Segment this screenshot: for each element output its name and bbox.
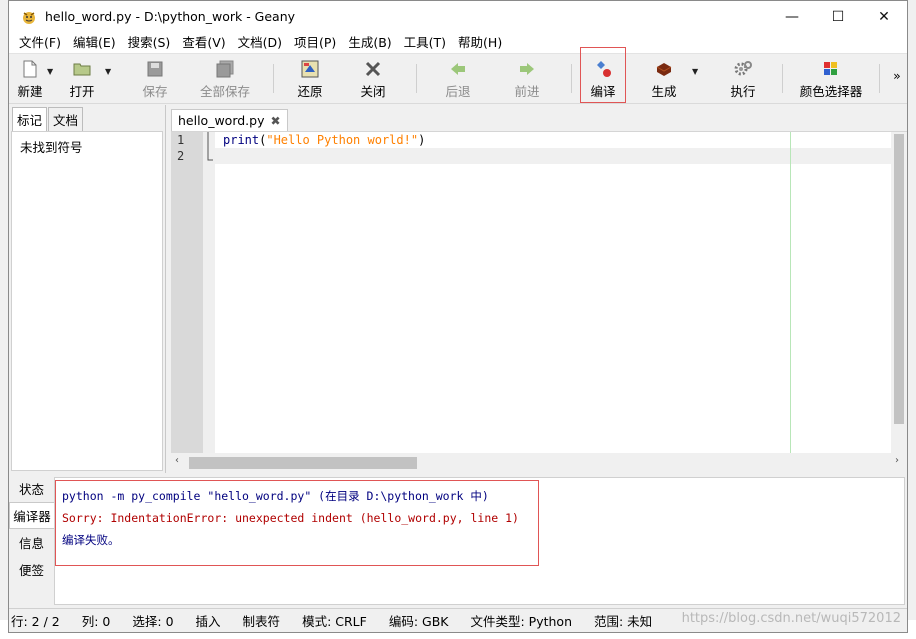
maximize-button[interactable]: ☐ <box>815 1 861 32</box>
fold-margin[interactable] <box>203 132 215 454</box>
tab-scribble[interactable]: 便签 <box>9 556 54 583</box>
gears-icon <box>734 60 752 78</box>
line-number-gutter: 1 2 <box>171 132 203 454</box>
open-dropdown-arrow[interactable]: ▼ <box>105 54 117 103</box>
tab-documents[interactable]: 文档 <box>48 107 84 131</box>
tab-compiler[interactable]: 编译器 <box>9 502 54 529</box>
save-all-button[interactable]: 全部保存 <box>185 54 265 103</box>
window-title: hello_word.py - D:\python_work - Geany <box>45 9 296 24</box>
no-symbols-text: 未找到符号 <box>20 140 83 155</box>
line-number: 2 <box>177 149 185 163</box>
compile-failed-line[interactable]: 编译失败。 <box>62 529 532 551</box>
geany-window: hello_word.py - D:\python_work - Geany —… <box>8 0 908 633</box>
long-line-marker <box>790 132 791 454</box>
tab-status[interactable]: 状态 <box>9 475 54 502</box>
compile-button[interactable]: 编译 <box>580 47 626 103</box>
revert-icon <box>301 60 319 78</box>
open-button[interactable]: 打开 <box>59 54 105 103</box>
message-window: 状态 编译器 信息 便签 python -m py_compile "hello… <box>9 475 907 607</box>
close-window-button[interactable]: ✕ <box>861 1 907 32</box>
compile-command-line[interactable]: python -m py_compile "hello_word.py" (在目… <box>62 485 532 507</box>
scroll-right-icon[interactable]: › <box>895 455 899 466</box>
floppy-disk-icon <box>146 60 164 78</box>
sidebar: 标记 文档 未找到符号 <box>9 105 166 473</box>
horizontal-scroll-thumb[interactable] <box>189 457 417 469</box>
save-all-icon <box>216 60 234 78</box>
close-tab-icon[interactable]: ✖ <box>271 114 281 128</box>
scroll-left-icon[interactable]: ‹ <box>175 455 179 466</box>
arrow-right-icon <box>518 60 536 78</box>
horizontal-scrollbar[interactable]: ‹ › <box>171 453 907 471</box>
menu-view[interactable]: 查看(V) <box>176 32 231 54</box>
arrow-left-icon <box>449 60 467 78</box>
vertical-scrollbar[interactable] <box>891 132 907 454</box>
revert-button[interactable]: 还原 <box>282 54 338 103</box>
status-indent-type: 制表符 <box>242 614 281 629</box>
status-filetype: 文件类型: Python <box>470 614 572 629</box>
close-button[interactable]: 关闭 <box>338 54 408 103</box>
line-number: 1 <box>177 133 185 147</box>
status-insert-mode: 插入 <box>195 614 221 629</box>
menu-help[interactable]: 帮助(H) <box>452 32 508 54</box>
compiler-output-panel: python -m py_compile "hello_word.py" (在目… <box>54 477 905 605</box>
status-bar: 行: 2 / 2 列: 0 选择: 0 插入 制表符 模式: CRLF 编码: … <box>9 608 907 632</box>
brick-icon <box>655 60 673 78</box>
title-bar: hello_word.py - D:\python_work - Geany —… <box>9 1 907 32</box>
toolbar-separator <box>782 64 783 93</box>
toolbar: 新建 ▼ 打开 ▼ 保存 全部保存 还原 关闭 后退 前进 编译 生成 ▼ 执行… <box>9 47 907 104</box>
editor-area: hello_word.py ✖ 1 2 print("Hello Python … <box>171 105 907 473</box>
compile-error-line[interactable]: Sorry: IndentationError: unexpected inde… <box>62 507 532 529</box>
symbols-panel: 未找到符号 <box>11 131 163 471</box>
menu-edit[interactable]: 编辑(E) <box>67 32 122 54</box>
toolbar-separator <box>416 64 417 93</box>
geany-app-icon <box>19 7 39 27</box>
new-dropdown-arrow[interactable]: ▼ <box>47 54 59 103</box>
status-selection: 选择: 0 <box>132 614 174 629</box>
file-tab-hello-word[interactable]: hello_word.py ✖ <box>171 109 288 131</box>
menu-search[interactable]: 搜索(S) <box>122 32 177 54</box>
menu-bar: 文件(F) 编辑(E) 搜索(S) 查看(V) 文档(D) 项目(P) 生成(B… <box>9 32 907 54</box>
menu-tools[interactable]: 工具(T) <box>398 32 452 54</box>
menu-project[interactable]: 项目(P) <box>288 32 342 54</box>
toolbar-overflow-button[interactable]: » <box>888 54 906 103</box>
build-dropdown-arrow[interactable]: ▼ <box>692 54 704 103</box>
status-eol-mode: 模式: CRLF <box>302 614 367 629</box>
status-column: 列: 0 <box>81 614 111 629</box>
menu-build[interactable]: 生成(B) <box>342 32 397 54</box>
color-palette-icon <box>822 60 840 78</box>
back-button[interactable]: 后退 <box>425 54 491 103</box>
save-button[interactable]: 保存 <box>125 54 185 103</box>
toolbar-separator <box>571 64 572 93</box>
build-button[interactable]: 生成 <box>636 54 692 103</box>
toolbar-separator <box>273 64 274 93</box>
status-encoding: 编码: GBK <box>388 614 449 629</box>
color-picker-button[interactable]: 颜色选择器 <box>791 54 871 103</box>
new-button[interactable]: 新建 <box>13 54 47 103</box>
watermark: https://blog.csdn.net/wuqi572012 <box>681 611 901 626</box>
close-x-icon <box>364 60 382 78</box>
execute-button[interactable]: 执行 <box>712 54 774 103</box>
folder-icon <box>73 60 91 78</box>
main-area: 标记 文档 未找到符号 hello_word.py ✖ 1 2 print("H… <box>9 105 907 473</box>
minimize-button[interactable]: — <box>769 1 815 32</box>
menu-document[interactable]: 文档(D) <box>232 32 288 54</box>
vertical-scroll-thumb[interactable] <box>894 134 904 424</box>
compiler-output-highlight: python -m py_compile "hello_word.py" (在目… <box>55 480 539 566</box>
new-file-icon <box>21 60 39 78</box>
forward-button[interactable]: 前进 <box>491 54 563 103</box>
toolbar-separator <box>879 64 880 93</box>
code-editor[interactable]: 1 2 print("Hello Python world!") ‹ › <box>171 131 907 471</box>
status-line: 行: 2 / 2 <box>11 614 60 629</box>
compile-highlight-box <box>580 47 626 103</box>
file-tab-label: hello_word.py <box>178 113 265 128</box>
status-scope: 范围: 未知 <box>594 614 653 629</box>
tab-symbols[interactable]: 标记 <box>12 107 48 131</box>
menu-file[interactable]: 文件(F) <box>13 32 67 54</box>
tab-messages[interactable]: 信息 <box>9 529 54 556</box>
